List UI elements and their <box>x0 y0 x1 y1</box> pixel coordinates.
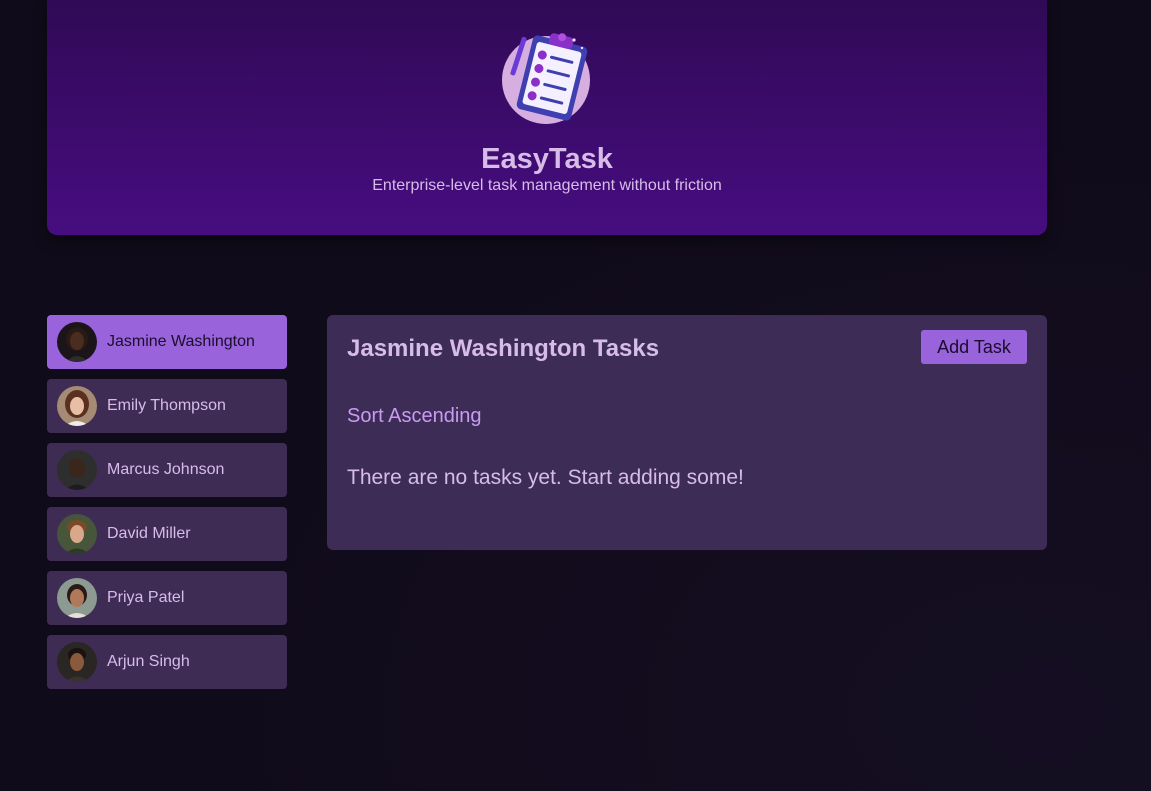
avatar <box>57 386 97 426</box>
avatar <box>57 514 97 554</box>
empty-tasks-message: There are no tasks yet. Start adding som… <box>347 466 744 489</box>
app-title: EasyTask <box>481 143 613 175</box>
avatar <box>57 322 97 362</box>
user-name: Arjun Singh <box>107 653 190 670</box>
user-name: Priya Patel <box>107 589 185 606</box>
user-item-emily-thompson[interactable]: Emily Thompson <box>47 379 287 433</box>
user-item-marcus-johnson[interactable]: Marcus Johnson <box>47 443 287 497</box>
user-name: Marcus Johnson <box>107 461 225 478</box>
avatar <box>57 642 97 682</box>
user-item-arjun-singh[interactable]: Arjun Singh <box>47 635 287 689</box>
avatar <box>57 450 97 490</box>
add-task-button[interactable]: Add Task <box>921 330 1027 364</box>
app-subtitle: Enterprise-level task management without… <box>372 177 722 194</box>
avatar <box>57 578 97 618</box>
user-name: Emily Thompson <box>107 397 226 414</box>
app-header: EasyTask Enterprise-level task managemen… <box>47 0 1047 235</box>
clipboard-checklist-icon <box>502 33 590 124</box>
panel-title: Jasmine Washington Tasks <box>347 335 660 362</box>
user-item-priya-patel[interactable]: Priya Patel <box>47 571 287 625</box>
tasks-panel: Jasmine Washington Tasks Add Task Sort A… <box>327 315 1047 550</box>
user-item-jasmine-washington[interactable]: Jasmine Washington <box>47 315 287 369</box>
sort-ascending-button[interactable]: Sort Ascending <box>347 404 482 428</box>
user-list: Jasmine Washington Emily Thompson Marcus… <box>47 315 287 699</box>
user-name: David Miller <box>107 525 191 542</box>
user-item-david-miller[interactable]: David Miller <box>47 507 287 561</box>
user-name: Jasmine Washington <box>107 333 255 350</box>
